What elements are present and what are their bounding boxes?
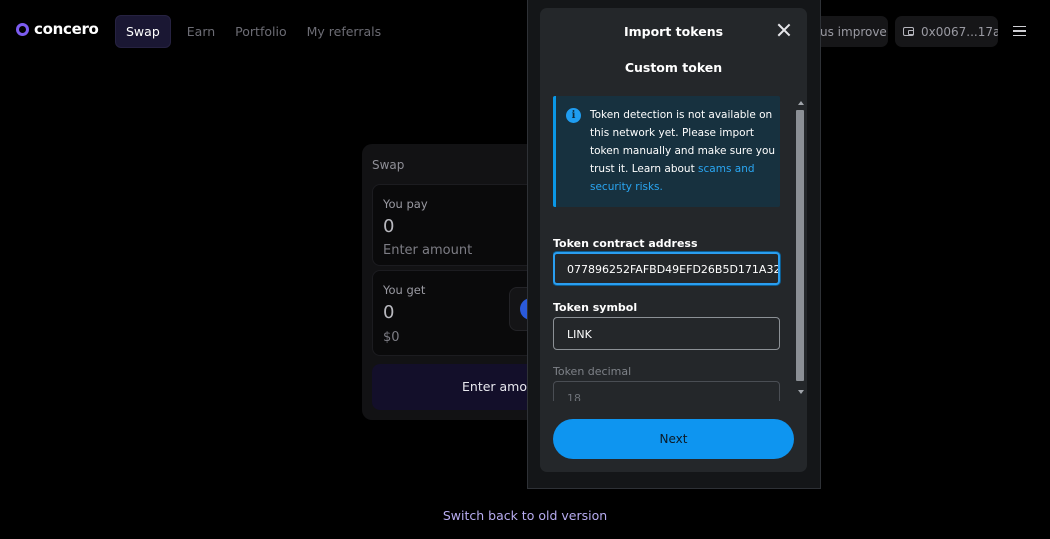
concero-logo-icon <box>16 22 29 36</box>
close-icon[interactable] <box>777 23 791 37</box>
import-tokens-modal: Import tokens Custom token i Token detec… <box>540 8 807 472</box>
you-get-value: 0 <box>383 302 395 323</box>
you-pay-box[interactable]: You pay 0 Enter amount <box>372 184 542 266</box>
nav-item-my-referrals[interactable]: My referrals <box>297 16 392 47</box>
scroll-up-arrow-icon[interactable] <box>798 101 804 105</box>
token-symbol-label: Token symbol <box>553 301 638 314</box>
scrollbar-thumb[interactable] <box>796 110 804 381</box>
switch-old-version-link[interactable]: Switch back to old version <box>0 508 1050 523</box>
swap-card-title: Swap <box>372 158 405 172</box>
help-improve-label: us improve <box>820 24 887 39</box>
wallet-address: 0x0067...17aA <box>921 24 998 39</box>
modal-scroll-area[interactable]: i Token detection is not available on th… <box>553 96 793 401</box>
you-pay-value[interactable]: 0 <box>383 216 394 237</box>
nav-item-earn[interactable]: Earn <box>177 16 225 47</box>
brand-name: concero <box>34 20 99 38</box>
you-get-usd-value: $0 <box>383 330 400 345</box>
token-decimal-input: 18 <box>553 381 780 401</box>
you-pay-label: You pay <box>383 197 428 211</box>
modal-scrollbar[interactable] <box>794 98 806 400</box>
scroll-down-arrow-icon[interactable] <box>798 390 804 394</box>
next-button[interactable]: Next <box>553 419 794 459</box>
you-get-box: You get 0 $0 <box>372 270 542 356</box>
token-decimal-label: Token decimal <box>553 365 632 378</box>
notice-text: Token detection is not available on this… <box>590 106 776 196</box>
you-get-label: You get <box>383 283 426 297</box>
main-nav: Swap Earn Portfolio My referrals <box>115 15 391 48</box>
modal-title: Import tokens <box>623 24 724 39</box>
swap-card: Swap You pay 0 Enter amount You get 0 $0… <box>362 144 542 420</box>
custom-token-heading: Custom token <box>624 60 723 75</box>
token-detection-notice: i Token detection is not available on th… <box>553 96 780 207</box>
contract-address-label: Token contract address <box>553 237 698 250</box>
enter-amount-button[interactable]: Enter amou <box>372 364 542 410</box>
wallet-icon <box>903 27 914 36</box>
nav-item-swap[interactable]: Swap <box>115 15 171 48</box>
token-symbol-input[interactable]: LINK <box>553 317 780 350</box>
contract-address-input[interactable]: 077896252FAFBD49EFD26B5D171A324 <box>553 252 780 285</box>
enter-amount-hint: Enter amount <box>383 243 473 258</box>
nav-item-portfolio[interactable]: Portfolio <box>225 16 296 47</box>
info-icon: i <box>566 108 581 123</box>
wallet-button[interactable]: 0x0067...17aA <box>895 16 998 47</box>
concero-logo[interactable]: concero <box>16 20 99 38</box>
hamburger-menu-icon[interactable] <box>1013 26 1026 36</box>
